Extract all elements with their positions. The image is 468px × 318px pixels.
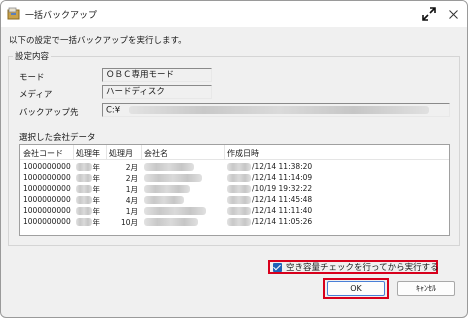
table-row[interactable]: 1000000000 年 1月 /12/14 11:11:40 [20, 206, 449, 216]
mode-label: モード [19, 73, 45, 83]
cell-year: 年 [92, 218, 101, 227]
cell-code: 1000000000 [23, 217, 71, 226]
cell-name [144, 195, 184, 204]
expand-icon[interactable] [421, 6, 437, 22]
cell-created: /12/14 11:11:40 [252, 206, 313, 215]
company-data-table[interactable]: 会社コード 処理年 処理月 会社名 作成日時 1000000000 年 2月 /… [19, 144, 450, 236]
redacted-date [227, 174, 251, 182]
table-header: 会社コード 処理年 処理月 会社名 作成日時 [20, 145, 449, 160]
table-row[interactable]: 1000000000 年 2月 /12/14 11:38:20 [20, 162, 449, 172]
cell-month: 4月 [125, 196, 138, 205]
table-row[interactable]: 1000000000 年 10月 /12/14 11:05:26 [20, 217, 449, 227]
media-label: メディア [19, 90, 53, 100]
table-row[interactable]: 1000000000 年 4月 /12/14 11:45:48 [20, 195, 449, 205]
cell-year: 年 [92, 185, 101, 194]
intro-text: 以下の設定で一括バックアップを実行します。 [9, 36, 187, 46]
redacted-path [128, 106, 429, 114]
cell-created: /12/14 11:14:09 [252, 173, 313, 182]
cell-name [144, 184, 190, 193]
close-icon[interactable] [449, 10, 458, 19]
column-separator [224, 145, 225, 159]
cell-created: /12/14 11:38:20 [252, 162, 313, 171]
header-month: 処理月 [109, 149, 133, 158]
cell-year: 年 [92, 174, 101, 183]
redacted-date [227, 207, 251, 215]
ok-button[interactable]: OK [327, 281, 385, 296]
cell-month: 10月 [120, 218, 138, 227]
window-title: 一括バックアップ [25, 11, 98, 21]
cell-code: 1000000000 [23, 195, 71, 204]
redacted-date [227, 196, 251, 204]
cell-name [144, 217, 198, 226]
redacted-date [227, 185, 251, 193]
redacted-date [227, 163, 251, 171]
cell-year: 年 [92, 196, 101, 205]
cancel-button[interactable]: ｷｬﾝｾﾙ [397, 281, 455, 296]
cell-code: 1000000000 [23, 173, 71, 182]
cell-created: /12/14 11:05:26 [252, 217, 313, 226]
cell-month: 1月 [125, 185, 138, 194]
cell-created: /10/19 19:32:22 [252, 184, 313, 193]
table-row[interactable]: 1000000000 年 2月 /12/14 11:14:09 [20, 173, 449, 183]
column-separator [106, 145, 107, 159]
cell-month: 2月 [125, 174, 138, 183]
settings-group-label: 設定内容 [13, 50, 52, 62]
mode-field: ＯＢＣ専用モード [102, 68, 212, 82]
header-company-name: 会社名 [144, 149, 168, 158]
cell-month: 2月 [125, 163, 138, 172]
cell-name [144, 173, 202, 182]
column-separator [141, 145, 142, 159]
cell-year: 年 [92, 163, 101, 172]
backup-dialog: 一括バックアップ 以下の設定で一括バックアップを実行します。 設定内容 モード … [0, 0, 468, 318]
cell-code: 1000000000 [23, 162, 71, 171]
destination-field: C:¥ [102, 103, 450, 117]
capacity-check-option[interactable]: 空き容量チェックを行ってから実行する [268, 260, 439, 274]
title-bar: 一括バックアップ [1, 1, 467, 27]
app-icon [7, 7, 20, 20]
capacity-check-label[interactable]: 空き容量チェックを行ってから実行する [286, 261, 439, 273]
cell-name [144, 162, 194, 171]
cell-code: 1000000000 [23, 184, 71, 193]
destination-value: C:¥ [106, 105, 121, 116]
capacity-check-checkbox[interactable] [273, 262, 282, 272]
redacted-date [227, 218, 251, 226]
cell-code: 1000000000 [23, 206, 71, 215]
header-created: 作成日時 [227, 149, 259, 158]
destination-label: バックアップ先 [19, 108, 79, 118]
column-separator [73, 145, 74, 159]
cell-year: 年 [92, 207, 101, 216]
header-year: 処理年 [76, 149, 100, 158]
header-company-code: 会社コード [23, 149, 63, 158]
media-field: ハードディスク [102, 85, 212, 99]
company-data-label: 選択した会社データ [19, 133, 96, 143]
table-row[interactable]: 1000000000 年 1月 /10/19 19:32:22 [20, 184, 449, 194]
cell-name [144, 206, 206, 215]
cell-month: 1月 [125, 207, 138, 216]
cell-created: /12/14 11:45:48 [252, 195, 313, 204]
